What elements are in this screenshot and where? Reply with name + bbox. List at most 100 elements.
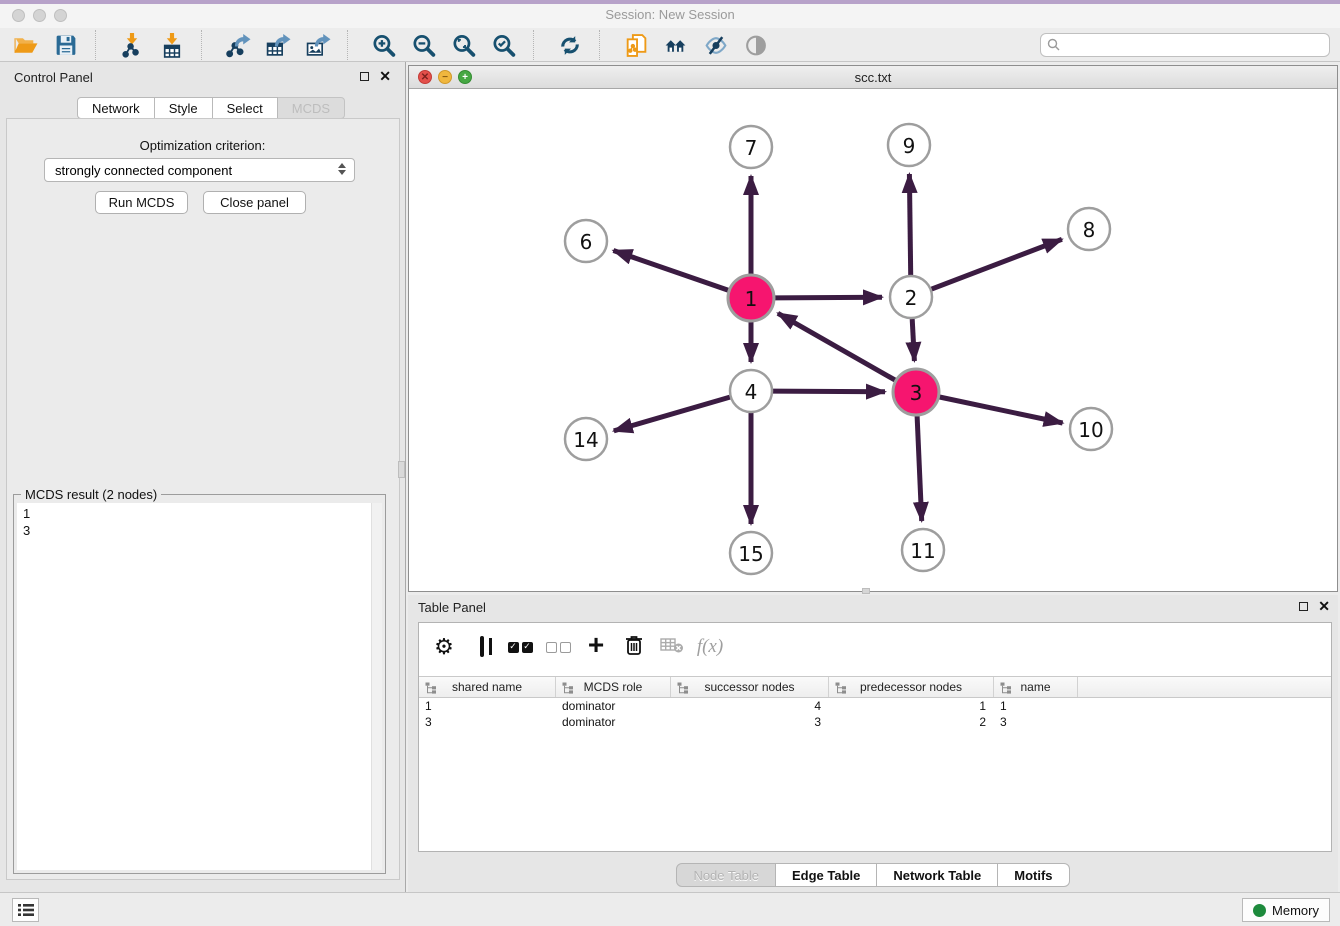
panel-splitter-handle[interactable]	[398, 461, 405, 478]
zoom-selected-button[interactable]	[484, 29, 524, 61]
save-session-button[interactable]	[46, 29, 86, 61]
float-panel-icon[interactable]	[360, 72, 369, 81]
clone-network-icon	[623, 33, 649, 58]
close-table-panel-icon[interactable]: ✕	[1318, 601, 1330, 611]
edge-1-2[interactable]	[775, 297, 882, 298]
float-table-panel-icon[interactable]	[1299, 602, 1308, 611]
column-type-icon	[562, 682, 574, 694]
search-field[interactable]	[1040, 33, 1330, 57]
select-all-rows-button[interactable]: ✓✓	[505, 631, 535, 663]
node-7[interactable]: 7	[730, 126, 772, 168]
delete-column-button[interactable]	[619, 631, 649, 663]
save-icon	[53, 33, 79, 58]
memory-button[interactable]: Memory	[1242, 898, 1330, 922]
network-window-titlebar[interactable]: ✕ − + scc.txt	[409, 66, 1337, 89]
edge-3-11[interactable]	[917, 416, 922, 521]
node-15[interactable]: 15	[730, 532, 772, 574]
apply-layout-button[interactable]	[550, 29, 590, 61]
export-table-button[interactable]	[258, 29, 298, 61]
edge-1-6[interactable]	[613, 251, 728, 291]
import-network-button[interactable]	[112, 29, 152, 61]
tab-mcds[interactable]: MCDS	[278, 97, 345, 119]
node-1[interactable]: 1	[728, 275, 774, 321]
network-resize-handle[interactable]	[862, 588, 870, 594]
result-scrollbar[interactable]	[371, 503, 382, 870]
export-image-button[interactable]	[298, 29, 338, 61]
edge-4-14[interactable]	[614, 397, 730, 431]
column-header-predecessor-nodes[interactable]: predecessor nodes	[829, 677, 994, 697]
table-cell[interactable]: 2	[829, 714, 994, 730]
task-history-button[interactable]	[12, 898, 39, 922]
node-9[interactable]: 9	[888, 124, 930, 166]
node-14[interactable]: 14	[565, 418, 607, 460]
node-4[interactable]: 4	[730, 370, 772, 412]
deselect-all-rows-button[interactable]	[543, 631, 573, 663]
close-panel-button[interactable]: Close panel	[203, 191, 306, 214]
node-2[interactable]: 2	[890, 276, 932, 318]
import-table-button[interactable]	[152, 29, 192, 61]
edge-2-8[interactable]	[932, 239, 1062, 289]
tab-style[interactable]: Style	[155, 97, 213, 119]
table-row[interactable]: 3dominator323	[419, 714, 1331, 730]
network-overview-button[interactable]	[656, 29, 696, 61]
network-graph-canvas[interactable]: 1 2 3 4 6 7 8 9 10 11 14 15	[409, 89, 1337, 591]
table-cell[interactable]: 1	[419, 698, 556, 714]
tab-network[interactable]: Network	[77, 97, 155, 119]
table-cell[interactable]: dominator	[556, 714, 671, 730]
column-header-successor-nodes[interactable]: successor nodes	[671, 677, 829, 697]
node-label: 6	[580, 230, 593, 254]
column-header-name[interactable]: name	[994, 677, 1078, 697]
table-cell[interactable]: 1	[994, 698, 1078, 714]
run-mcds-button[interactable]: Run MCDS	[95, 191, 188, 214]
table-cell[interactable]: 4	[671, 698, 829, 714]
create-column-button[interactable]: +	[581, 631, 611, 663]
table-cell[interactable]: 3	[994, 714, 1078, 730]
search-input[interactable]	[1061, 35, 1329, 55]
open-session-button[interactable]	[6, 29, 46, 61]
zoom-fit-button[interactable]	[444, 29, 484, 61]
checked-boxes-icon: ✓✓	[508, 642, 533, 653]
node-11[interactable]: 11	[902, 529, 944, 571]
zoom-out-button[interactable]	[404, 29, 444, 61]
close-panel-icon[interactable]: ✕	[379, 71, 391, 81]
birdseye-button[interactable]	[736, 29, 776, 61]
trash-icon	[624, 634, 644, 661]
table-settings-button[interactable]: ⚙	[429, 631, 459, 663]
node-10[interactable]: 10	[1070, 408, 1112, 450]
titlebar[interactable]: Session: New Session	[0, 4, 1340, 28]
export-network-button[interactable]	[218, 29, 258, 61]
tab-node-table[interactable]: Node Table	[676, 863, 776, 887]
node-8[interactable]: 8	[1068, 208, 1110, 250]
table-cell[interactable]: dominator	[556, 698, 671, 714]
import-network-icon	[119, 33, 145, 58]
table-cell[interactable]: 1	[829, 698, 994, 714]
edge-2-3[interactable]	[912, 319, 914, 361]
edge-4-3[interactable]	[773, 391, 885, 392]
node-3[interactable]: 3	[893, 369, 939, 415]
houses-icon	[663, 33, 689, 58]
edge-2-9[interactable]	[909, 174, 910, 275]
hide-details-button[interactable]	[696, 29, 736, 61]
optimization-criterion-dropdown[interactable]: strongly connected component	[44, 158, 355, 182]
unchecked-boxes-icon	[546, 642, 571, 653]
tab-select[interactable]: Select	[213, 97, 278, 119]
node-6[interactable]: 6	[565, 220, 607, 262]
export-network-icon	[225, 33, 251, 58]
zoom-in-button[interactable]	[364, 29, 404, 61]
mcds-result-textarea[interactable]: 1 3	[17, 503, 382, 870]
table-cell[interactable]: 3	[419, 714, 556, 730]
edge-3-1[interactable]	[778, 313, 895, 380]
clone-network-button[interactable]	[616, 29, 656, 61]
edge-3-10[interactable]	[940, 397, 1063, 423]
show-columns-button[interactable]	[467, 631, 497, 663]
tab-edge-table[interactable]: Edge Table	[776, 863, 877, 887]
column-header-shared-name[interactable]: shared name	[419, 677, 556, 697]
tab-motifs[interactable]: Motifs	[998, 863, 1069, 887]
folder-open-icon	[13, 33, 39, 58]
column-header-MCDS-role[interactable]: MCDS role	[556, 677, 671, 697]
tab-network-table[interactable]: Network Table	[877, 863, 998, 887]
optimization-criterion-label: Optimization criterion:	[0, 138, 405, 153]
table-cell[interactable]: 3	[671, 714, 829, 730]
table-row[interactable]: 1dominator411	[419, 698, 1331, 714]
network-view-window[interactable]: ✕ − + scc.txt 1 2 3 4 6 7 8 9 10 11 14 15	[408, 65, 1338, 592]
